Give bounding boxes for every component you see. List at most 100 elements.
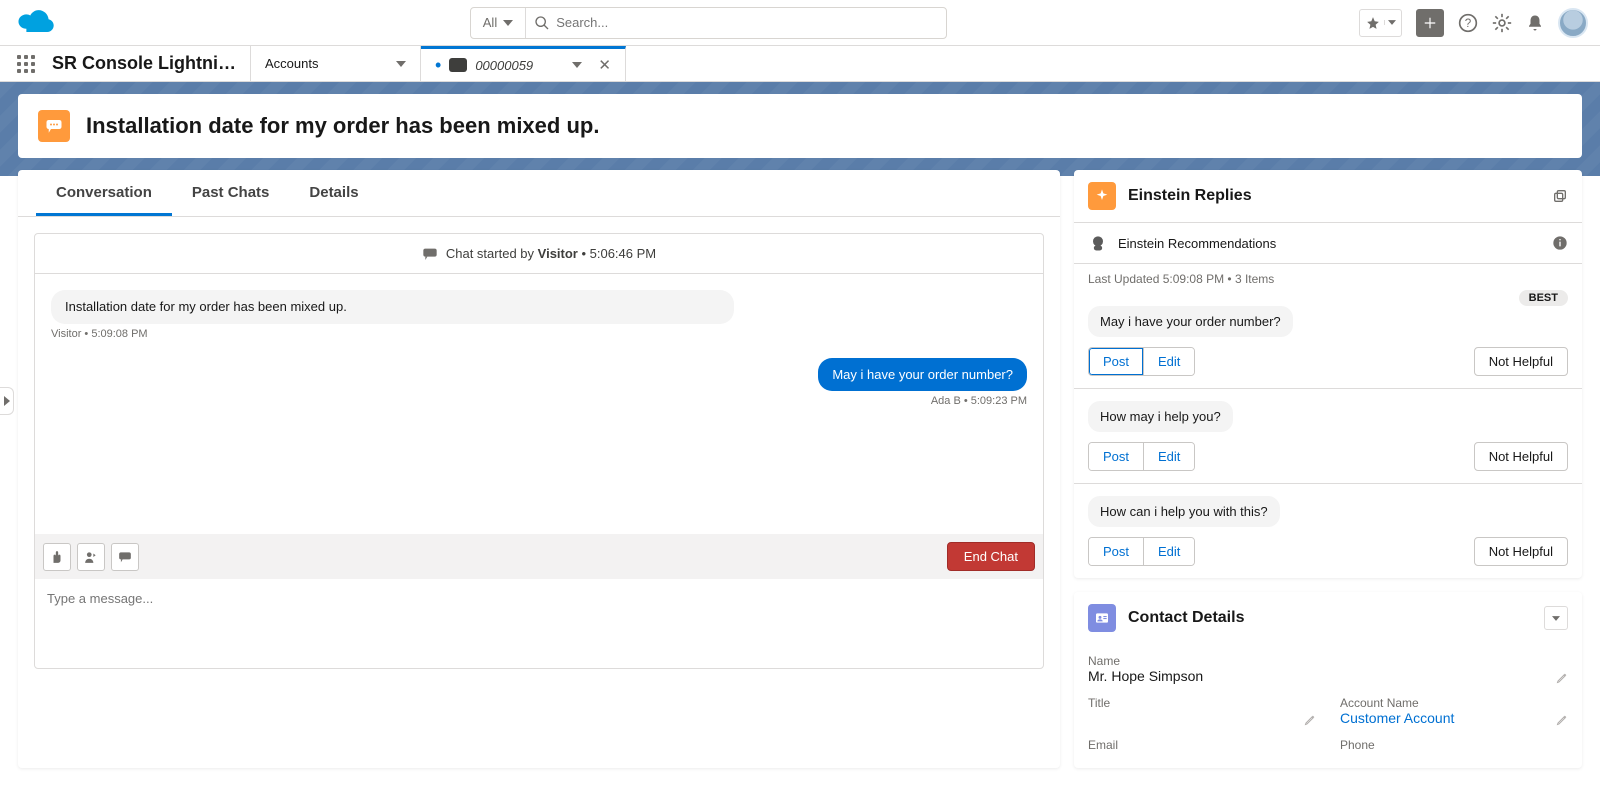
einstein-subheader: Einstein Recommendations	[1074, 222, 1582, 264]
edit-button[interactable]: Edit	[1143, 443, 1194, 470]
notifications-button[interactable]	[1526, 13, 1544, 33]
chevron-right-icon	[4, 396, 10, 406]
compose-area	[35, 579, 1043, 668]
nav-tab-accounts[interactable]: Accounts	[251, 46, 421, 81]
field-value-link[interactable]: Customer Account	[1340, 710, 1568, 726]
chat-start-banner: Chat started by Visitor • 5:06:46 PM	[35, 234, 1043, 274]
tab-conversation[interactable]: Conversation	[36, 170, 172, 216]
chat-log: Installation date for my order has been …	[35, 274, 1043, 534]
global-header: All ?	[0, 0, 1600, 46]
field-label: Name	[1088, 654, 1568, 668]
app-launcher[interactable]	[0, 46, 52, 81]
post-button[interactable]: Post	[1089, 538, 1143, 565]
message-meta: Visitor • 5:09:08 PM	[51, 328, 1027, 340]
setup-button[interactable]	[1492, 13, 1512, 33]
chat-toolbar: End Chat	[35, 534, 1043, 579]
einstein-last-updated: Last Updated 5:09:08 PM • 3 Items	[1074, 264, 1582, 294]
field-label: Title	[1088, 696, 1316, 710]
einstein-icon	[1088, 233, 1108, 253]
pop-out-icon	[1552, 188, 1568, 204]
edit-pencil-icon[interactable]	[1556, 672, 1568, 684]
search-scope-picker[interactable]: All	[471, 8, 526, 38]
help-button[interactable]: ?	[1458, 13, 1478, 33]
post-button[interactable]: Post	[1089, 348, 1143, 375]
best-badge: BEST	[1519, 290, 1568, 306]
field-label: Account Name	[1340, 696, 1568, 710]
app-name: SR Console Lightni…	[52, 46, 251, 81]
tab-details[interactable]: Details	[289, 170, 378, 216]
edit-button[interactable]: Edit	[1143, 348, 1194, 375]
sparkle-icon	[1094, 188, 1110, 204]
raise-flag-button[interactable]	[43, 543, 71, 571]
einstein-replies-card: Einstein Replies Einstein Recommendation…	[1074, 170, 1582, 578]
reply-text: How can i help you with this?	[1088, 496, 1280, 527]
chevron-down-icon	[396, 61, 406, 67]
edit-button[interactable]: Edit	[1143, 538, 1194, 565]
gear-icon	[1492, 13, 1512, 33]
search-scope-label: All	[483, 15, 497, 30]
chat-icon	[449, 58, 467, 72]
bell-icon	[1526, 13, 1544, 33]
chat-start-suffix: • 5:06:46 PM	[578, 246, 656, 261]
field-name: Name Mr. Hope Simpson	[1088, 648, 1568, 690]
case-title: Installation date for my order has been …	[86, 113, 599, 139]
page-ribbon: Installation date for my order has been …	[0, 82, 1600, 176]
post-button[interactable]: Post	[1089, 443, 1143, 470]
tabset: Conversation Past Chats Details	[18, 170, 1060, 217]
field-email: Email	[1088, 732, 1316, 758]
chat-options-button[interactable]	[111, 543, 139, 571]
chevron-down-icon	[1552, 616, 1560, 621]
chat-box: Chat started by Visitor • 5:06:46 PM Ins…	[34, 233, 1044, 669]
not-helpful-button[interactable]: Not Helpful	[1474, 442, 1568, 471]
question-icon: ?	[1458, 13, 1478, 33]
case-icon	[38, 110, 70, 142]
message-bubble: May i have your order number?	[818, 358, 1027, 392]
waffle-icon	[17, 55, 35, 73]
chevron-down-icon	[503, 20, 513, 26]
chat-start-prefix: Chat started by	[446, 246, 538, 261]
close-tab-button[interactable]: ✕	[598, 56, 611, 74]
hand-icon	[50, 550, 64, 564]
global-actions-button[interactable]	[1416, 9, 1444, 37]
salesforce-logo	[12, 7, 58, 39]
message-meta: Ada B • 5:09:23 PM	[931, 395, 1027, 407]
compose-input[interactable]	[35, 579, 1043, 665]
einstein-title: Einstein Replies	[1128, 187, 1540, 205]
pop-out-button[interactable]	[1552, 188, 1568, 204]
nav-bar: SR Console Lightni… Accounts • 00000059 …	[0, 46, 1600, 82]
tab-past-chats[interactable]: Past Chats	[172, 170, 290, 216]
search-input[interactable]	[550, 9, 938, 36]
contact-title: Contact Details	[1128, 609, 1532, 627]
chat-message-incoming: Installation date for my order has been …	[51, 290, 1027, 340]
chevron-down-icon[interactable]	[572, 62, 582, 68]
end-chat-button[interactable]: End Chat	[947, 542, 1035, 571]
avatar[interactable]	[1558, 8, 1588, 38]
favorites-button[interactable]	[1359, 9, 1402, 37]
transfer-button[interactable]	[77, 543, 105, 571]
nav-tab-label: Accounts	[265, 56, 318, 71]
right-rail: Einstein Replies Einstein Recommendation…	[1074, 170, 1582, 768]
edit-pencil-icon[interactable]	[1304, 714, 1316, 726]
reply-text: May i have your order number?	[1088, 306, 1293, 337]
search-icon	[534, 15, 550, 31]
split-view-handle[interactable]	[0, 387, 14, 415]
chat-container: Chat started by Visitor • 5:06:46 PM Ins…	[18, 217, 1060, 685]
left-panel: Conversation Past Chats Details Chat sta…	[18, 170, 1060, 768]
message-bubble: Installation date for my order has been …	[51, 290, 734, 324]
einstein-info-button[interactable]	[1552, 235, 1568, 251]
field-phone: Phone	[1340, 732, 1568, 758]
not-helpful-button[interactable]: Not Helpful	[1474, 347, 1568, 376]
chat-icon	[118, 551, 132, 563]
contact-details-card: Contact Details Name Mr. Hope Simpson Ti…	[1074, 592, 1582, 768]
not-helpful-button[interactable]: Not Helpful	[1474, 537, 1568, 566]
field-account: Account Name Customer Account	[1340, 690, 1568, 732]
contact-card-icon	[1088, 604, 1116, 632]
plus-icon	[1423, 16, 1437, 30]
contact-menu-button[interactable]	[1544, 606, 1568, 630]
field-title: Title	[1088, 690, 1316, 732]
edit-pencil-icon[interactable]	[1556, 714, 1568, 726]
case-header: Installation date for my order has been …	[18, 94, 1582, 158]
reply-text: How may i help you?	[1088, 401, 1233, 432]
nav-tab-record[interactable]: • 00000059 ✕	[421, 46, 626, 81]
contact-icon	[1094, 610, 1110, 626]
